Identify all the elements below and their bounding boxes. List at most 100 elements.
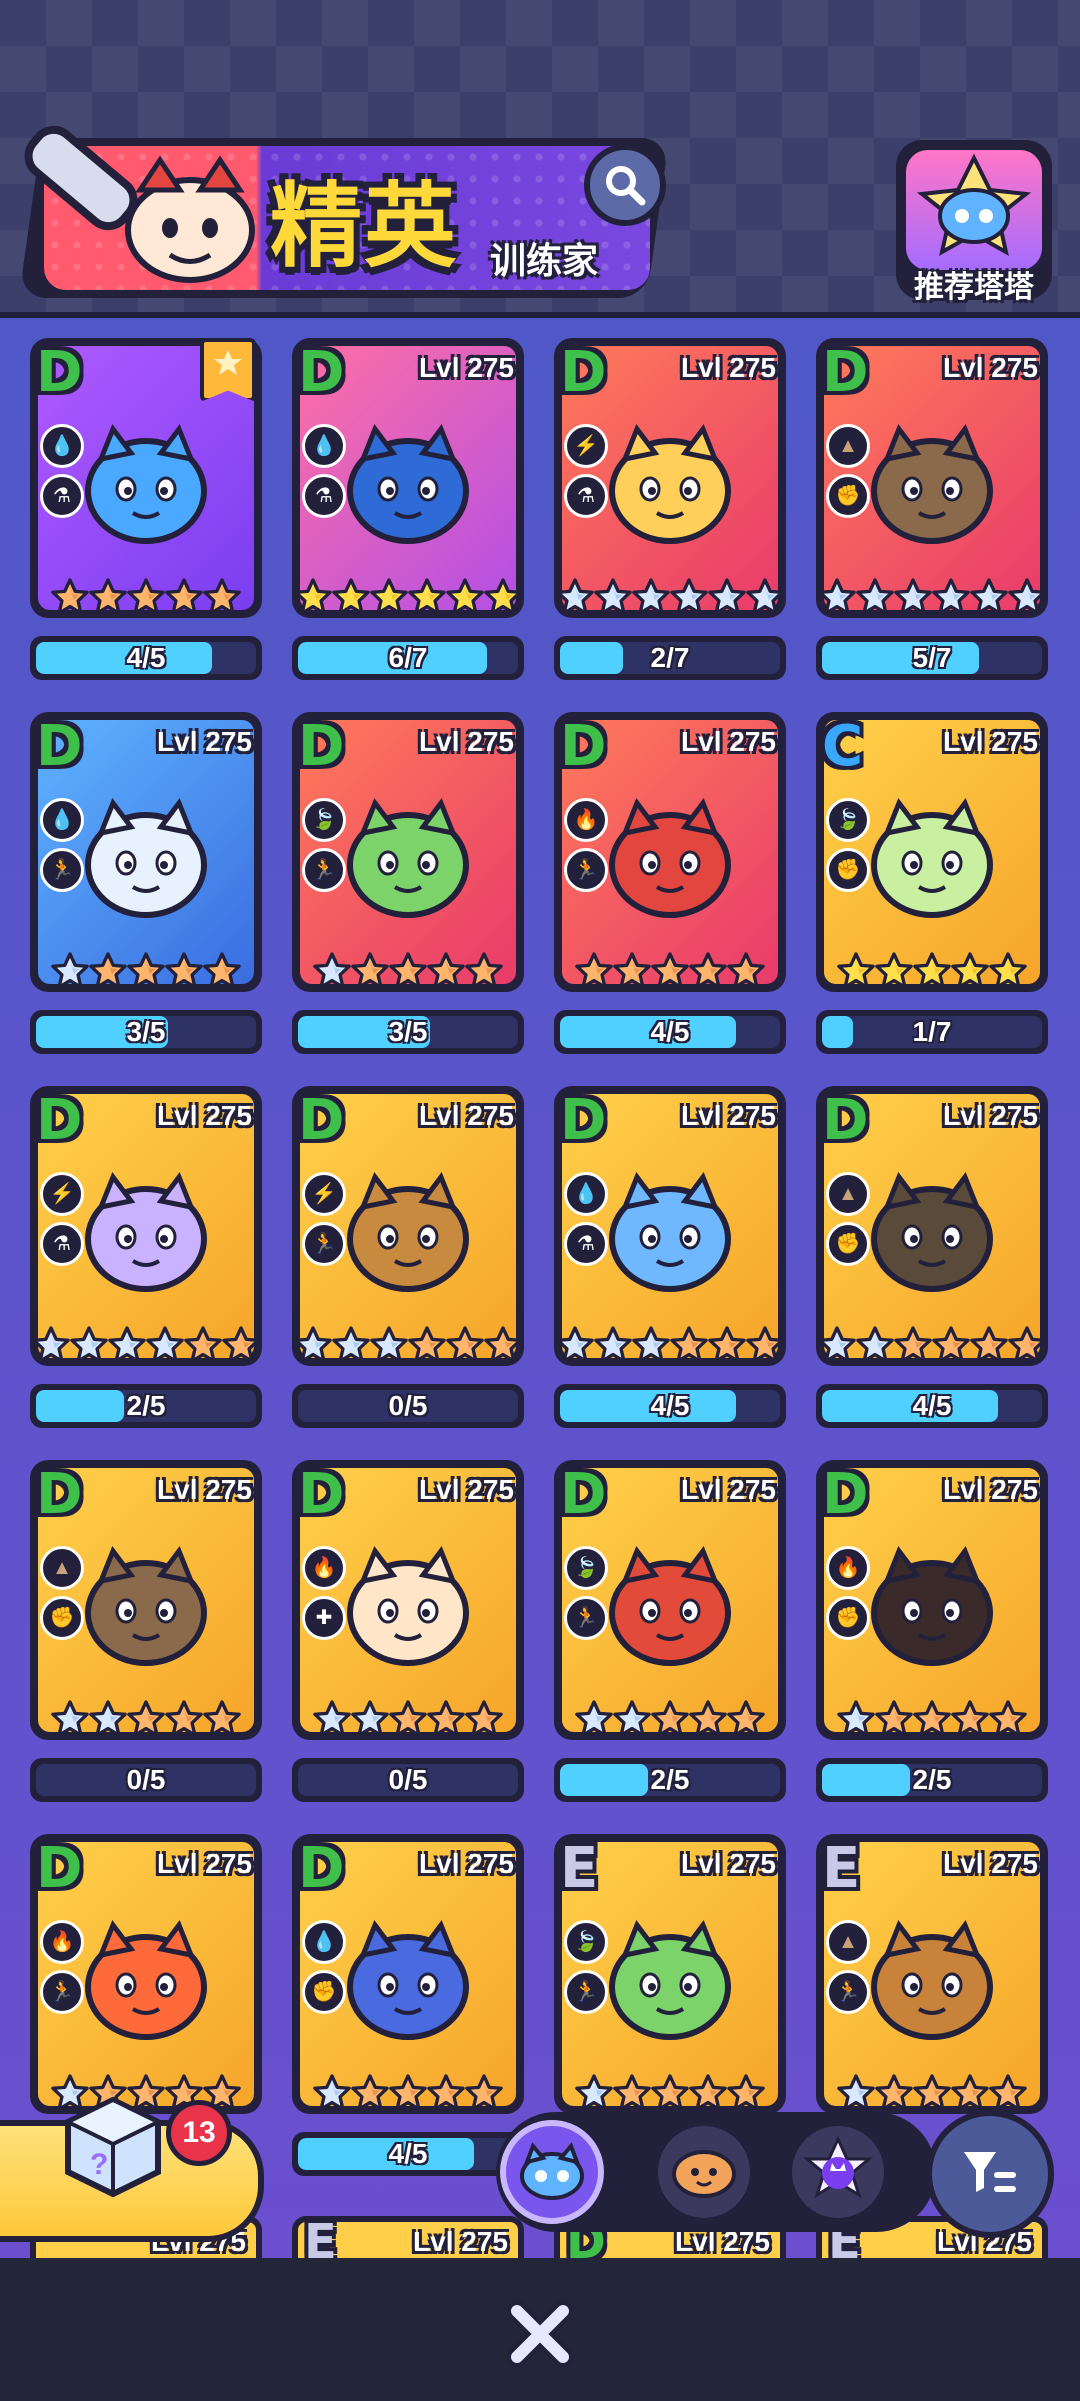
- potion-icon: ⚗: [564, 1222, 608, 1266]
- bronze-star-icon: [913, 1698, 951, 1742]
- monster-card[interactable]: D Lvl 275 🍃 🏃: [292, 712, 524, 992]
- rarity-grade: D: [822, 1088, 869, 1153]
- bronze-star-icon: [651, 1698, 689, 1742]
- monster-card[interactable]: E Lvl 275 🍃 🏃: [554, 1834, 786, 2114]
- progress-bar: 2/5: [816, 1758, 1048, 1802]
- monster-card[interactable]: D Lvl 275 💧 ⚗: [292, 338, 524, 618]
- star-row: [32, 576, 260, 624]
- monster-card[interactable]: D Lvl 275 🔥 ✊: [816, 1460, 1048, 1740]
- level-label: Lvl 275: [943, 1848, 1038, 1879]
- fox-monster-icon: [85, 1919, 207, 2040]
- bronze-star-icon: [689, 1698, 727, 1742]
- close-button[interactable]: [500, 2294, 580, 2374]
- mystery-box-count-badge: 13: [166, 2100, 232, 2166]
- gold-star-icon: [370, 576, 408, 620]
- bronze-star-icon: [913, 2072, 951, 2116]
- bronze-star-icon: [51, 576, 89, 620]
- silver-star-icon: [313, 1698, 351, 1742]
- monster-card[interactable]: C Lvl 275 🍃 ✊: [816, 712, 1048, 992]
- progress-bar: 4/5: [554, 1010, 786, 1054]
- rabbit-monster-icon: [347, 1545, 469, 1666]
- monster-card[interactable]: D Lvl 275 💧 ✊: [292, 1834, 524, 2114]
- bronze-star-icon: [894, 1324, 932, 1368]
- monster-card[interactable]: D 💧 ⚗: [30, 338, 262, 618]
- monster-card[interactable]: D Lvl 275 🔥 🏃: [554, 712, 786, 992]
- bronze-star-icon: [203, 950, 241, 994]
- gold-star-icon: [484, 576, 522, 620]
- rarity-grade: D: [36, 340, 83, 405]
- star-row: [32, 1698, 260, 1746]
- filter-button[interactable]: [926, 2110, 1054, 2238]
- progress-text: 5/7: [912, 642, 952, 673]
- progress-text: 3/5: [126, 1016, 166, 1047]
- level-label: Lvl 275: [681, 1474, 776, 1505]
- monster-card[interactable]: D Lvl 275 ▲ ✊: [816, 1086, 1048, 1366]
- level-label: Lvl 275: [943, 1474, 1038, 1505]
- run-icon: 🏃: [302, 1222, 346, 1266]
- progress-text: 2/7: [650, 642, 690, 673]
- bronze-star-icon: [89, 576, 127, 620]
- monster-card[interactable]: D Lvl 275 💧 ⚗: [554, 1086, 786, 1366]
- bronze-star-icon: [127, 576, 165, 620]
- monster-card[interactable]: D Lvl 275 ⚡ ⚗: [30, 1086, 262, 1366]
- level-label: Lvl 275: [413, 2226, 508, 2257]
- monster-card[interactable]: D Lvl 275 🍃 🏃: [554, 1460, 786, 1740]
- search-button[interactable]: [584, 144, 666, 226]
- bronze-star-icon: [989, 1698, 1027, 1742]
- svg-text:?: ?: [90, 2148, 108, 2181]
- bronze-star-icon: [446, 1324, 484, 1368]
- progress-text: 2/5: [912, 1764, 952, 1795]
- silver-star-icon: [708, 576, 746, 620]
- fist-icon: ✊: [826, 1596, 870, 1640]
- bear-monster-icon: [871, 1919, 993, 2040]
- page-subtitle: 训练家: [490, 241, 599, 282]
- bronze-star-icon: [727, 950, 765, 994]
- badge-tab-icon: [802, 2135, 874, 2199]
- bronze-star-icon: [613, 2072, 651, 2116]
- monster-card[interactable]: D Lvl 275 ⚡ 🏃: [292, 1086, 524, 1366]
- tab-tata[interactable]: [500, 2120, 604, 2224]
- bronze-star-icon: [932, 1324, 970, 1368]
- silver-star-icon: [670, 576, 708, 620]
- mantis-monster-icon: [871, 797, 993, 918]
- bronze-star-icon: [427, 950, 465, 994]
- level-label: Lvl 275: [419, 352, 514, 383]
- monster-card[interactable]: D Lvl 275 ▲ ✊: [30, 1460, 262, 1740]
- progress-text: 2/5: [650, 1764, 690, 1795]
- bronze-star-icon: [127, 950, 165, 994]
- monster-card[interactable]: D Lvl 275 ▲ ✊: [816, 338, 1048, 618]
- mystery-box-icon: ?: [63, 2096, 163, 2198]
- monster-card[interactable]: D Lvl 275 🔥 ✚: [292, 1460, 524, 1740]
- star-row: [818, 1698, 1046, 1746]
- wolf-monster-icon: [871, 1545, 993, 1666]
- progress-bar: 0/5: [292, 1384, 524, 1428]
- run-icon: 🏃: [564, 1596, 608, 1640]
- progress-bar: 4/5: [816, 1384, 1048, 1428]
- earth-icon: ▲: [40, 1546, 84, 1590]
- tab-bread[interactable]: [652, 2120, 756, 2224]
- bronze-star-icon: [203, 576, 241, 620]
- star-row: [32, 1324, 260, 1372]
- monster-card[interactable]: E Lvl 275 ▲ 🏃: [816, 1834, 1048, 2114]
- fist-icon: ✊: [40, 1596, 84, 1640]
- tab-badge[interactable]: [786, 2120, 890, 2224]
- potion-icon: ⚗: [40, 1222, 84, 1266]
- bronze-star-icon: [484, 1324, 522, 1368]
- rarity-grade: C: [822, 714, 864, 779]
- silver-star-icon: [594, 1324, 632, 1368]
- star-row: [294, 950, 522, 998]
- bronze-star-icon: [651, 2072, 689, 2116]
- monster-card[interactable]: D Lvl 275 ⚡ ⚗: [554, 338, 786, 618]
- monster-card[interactable]: D Lvl 275 💧 🏃: [30, 712, 262, 992]
- silver-star-icon: [894, 576, 932, 620]
- monster-card[interactable]: D Lvl 275 🔥 🏃: [30, 1834, 262, 2114]
- bronze-star-icon: [708, 1324, 746, 1368]
- silver-star-icon: [746, 576, 784, 620]
- lion-monster-icon: [609, 423, 731, 544]
- run-icon: 🏃: [40, 848, 84, 892]
- fist-icon: ✊: [826, 848, 870, 892]
- rarity-grade: D: [560, 340, 607, 405]
- whale-monster-icon: [85, 423, 207, 544]
- silver-star-icon: [932, 576, 970, 620]
- gold-star-icon: [294, 576, 332, 620]
